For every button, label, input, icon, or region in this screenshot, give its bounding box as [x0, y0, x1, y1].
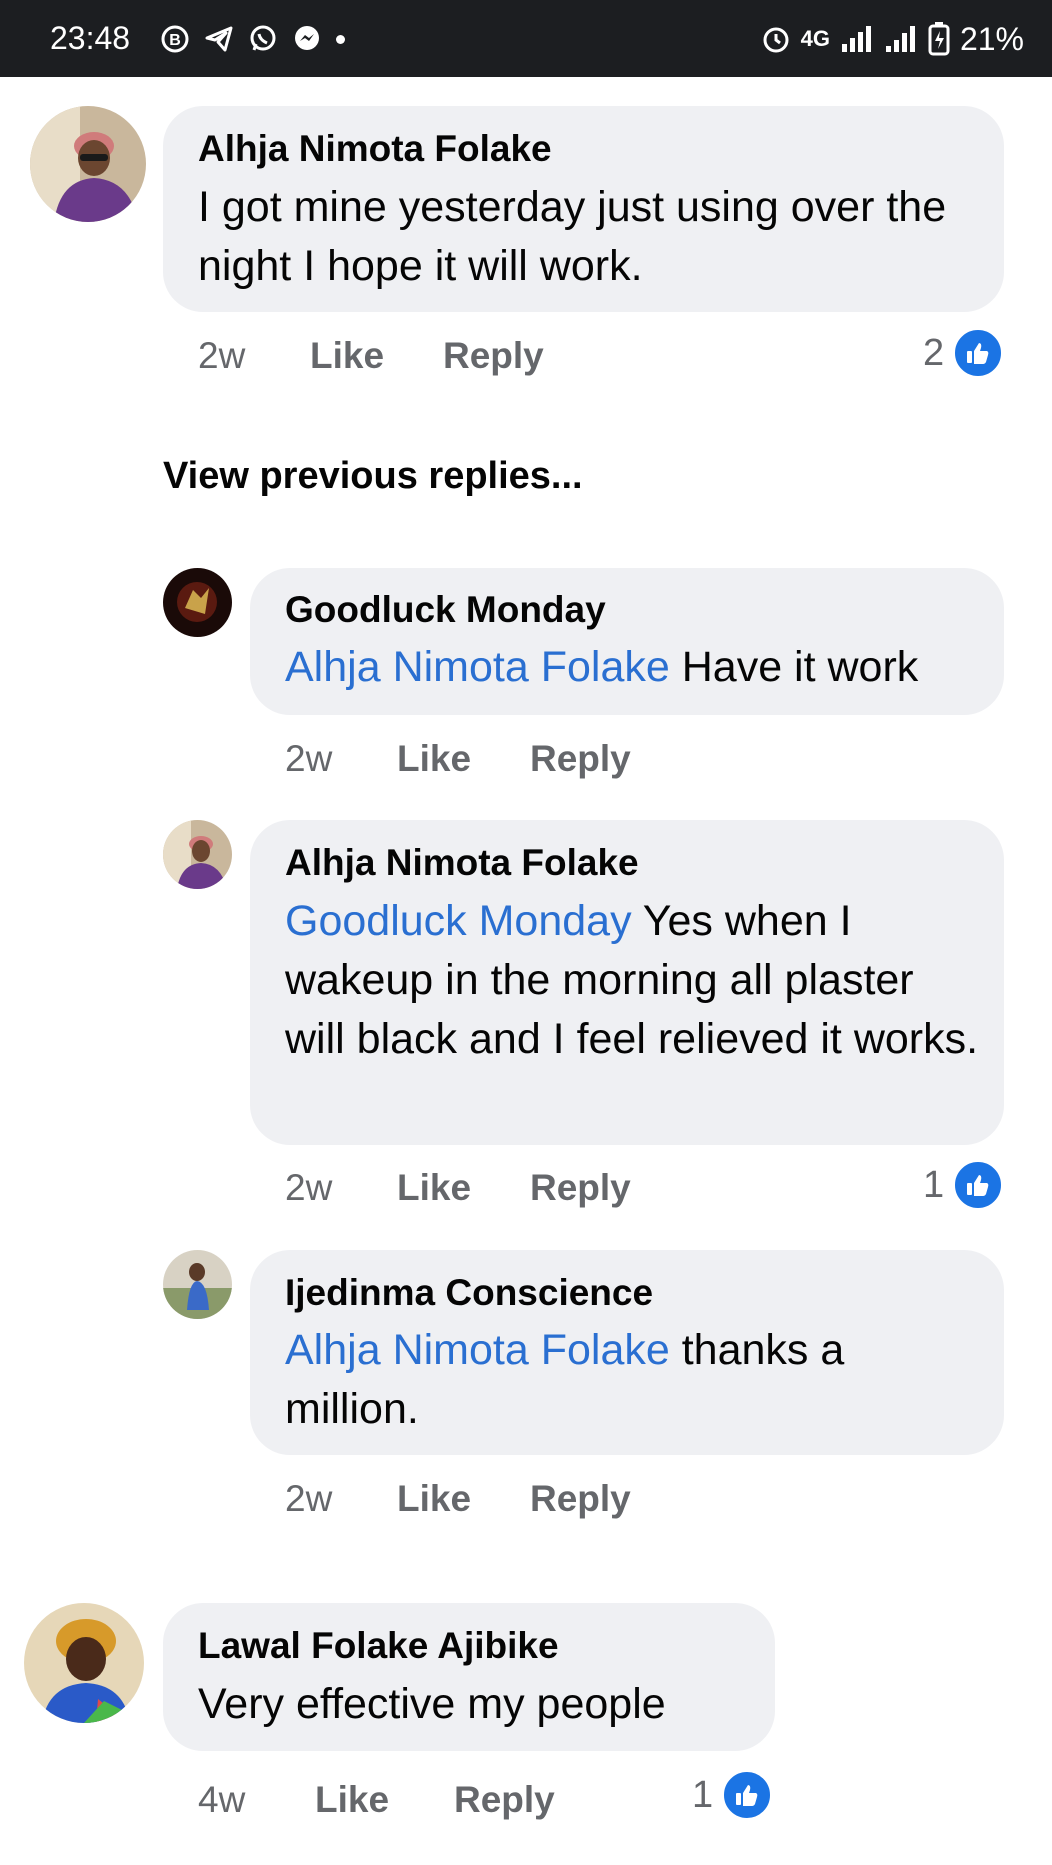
thumbs-up-icon	[721, 1769, 774, 1821]
reply-time[interactable]: 2w	[285, 1478, 332, 1520]
reply-button[interactable]: Reply	[454, 1779, 555, 1821]
reply-text: Goodluck Monday Yes when I wakeup in the…	[285, 892, 985, 1069]
b-icon: B	[161, 25, 189, 53]
reply-button[interactable]: Reply	[530, 738, 631, 780]
thumbs-up-icon	[952, 327, 1005, 379]
reaction-number: 1	[923, 1163, 945, 1206]
thumbs-up-icon	[952, 1159, 1005, 1211]
reaction-number: 1	[692, 1773, 714, 1816]
network-type: 4G	[800, 26, 830, 51]
reply-author[interactable]: Alhja Nimota Folake	[285, 842, 639, 884]
comment-text: I got mine yesterday just using over the…	[198, 183, 947, 290]
alarm-icon	[763, 27, 789, 53]
mention-link[interactable]: Goodluck Monday	[285, 897, 632, 945]
battery-level: 21%	[959, 20, 1024, 57]
mention-link[interactable]: Alhja Nimota Folake	[285, 1326, 670, 1374]
avatar[interactable]	[163, 820, 232, 889]
mention-link[interactable]: Alhja Nimota Folake	[285, 643, 670, 691]
reaction-count[interactable]: 1	[923, 1159, 1005, 1211]
reply-author[interactable]: Ijedinma Conscience	[285, 1272, 653, 1314]
reply-time[interactable]: 2w	[285, 1167, 332, 1209]
avatar[interactable]	[24, 1603, 144, 1723]
status-bar: 23:48 B 4G 21%	[0, 0, 1052, 77]
signal-icon-2	[885, 26, 915, 52]
avatar[interactable]	[30, 106, 146, 222]
like-button[interactable]: Like	[397, 1478, 471, 1520]
comment-text: Very effective my people	[198, 1680, 666, 1728]
reply-button[interactable]: Reply	[530, 1167, 631, 1209]
reply-author[interactable]: Goodluck Monday	[285, 589, 606, 631]
avatar[interactable]	[163, 568, 232, 637]
comment-time[interactable]: 2w	[198, 335, 245, 377]
reaction-count[interactable]: 2	[923, 327, 1005, 379]
notification-dot	[336, 34, 345, 44]
reply-text: Alhja Nimota Folake Have it work	[285, 638, 985, 697]
reply-button[interactable]: Reply	[530, 1478, 631, 1520]
like-button[interactable]: Like	[397, 1167, 471, 1209]
reply-button[interactable]: Reply	[443, 335, 544, 377]
view-previous-replies-link[interactable]: View previous replies...	[163, 455, 583, 498]
whatsapp-icon	[250, 25, 276, 51]
comment-time[interactable]: 4w	[198, 1779, 245, 1821]
comment-author[interactable]: Alhja Nimota Folake	[198, 128, 552, 170]
telegram-icon	[205, 26, 233, 52]
status-time: 23:48	[50, 20, 131, 56]
reply-time[interactable]: 2w	[285, 738, 332, 780]
like-button[interactable]: Like	[310, 335, 384, 377]
reply-body: Have it work	[669, 643, 919, 691]
battery-charging-icon	[928, 22, 950, 56]
reaction-number: 2	[923, 331, 945, 374]
signal-icon	[841, 26, 871, 52]
comment-author[interactable]: Lawal Folake Ajibike	[198, 1625, 559, 1667]
avatar[interactable]	[163, 1250, 232, 1319]
like-button[interactable]: Like	[315, 1779, 389, 1821]
reaction-count[interactable]: 1	[692, 1769, 774, 1821]
svg-text:B: B	[169, 32, 181, 49]
like-button[interactable]: Like	[397, 738, 471, 780]
messenger-icon	[295, 26, 319, 50]
reply-text: Alhja Nimota Folake thanks a million.	[285, 1321, 935, 1439]
